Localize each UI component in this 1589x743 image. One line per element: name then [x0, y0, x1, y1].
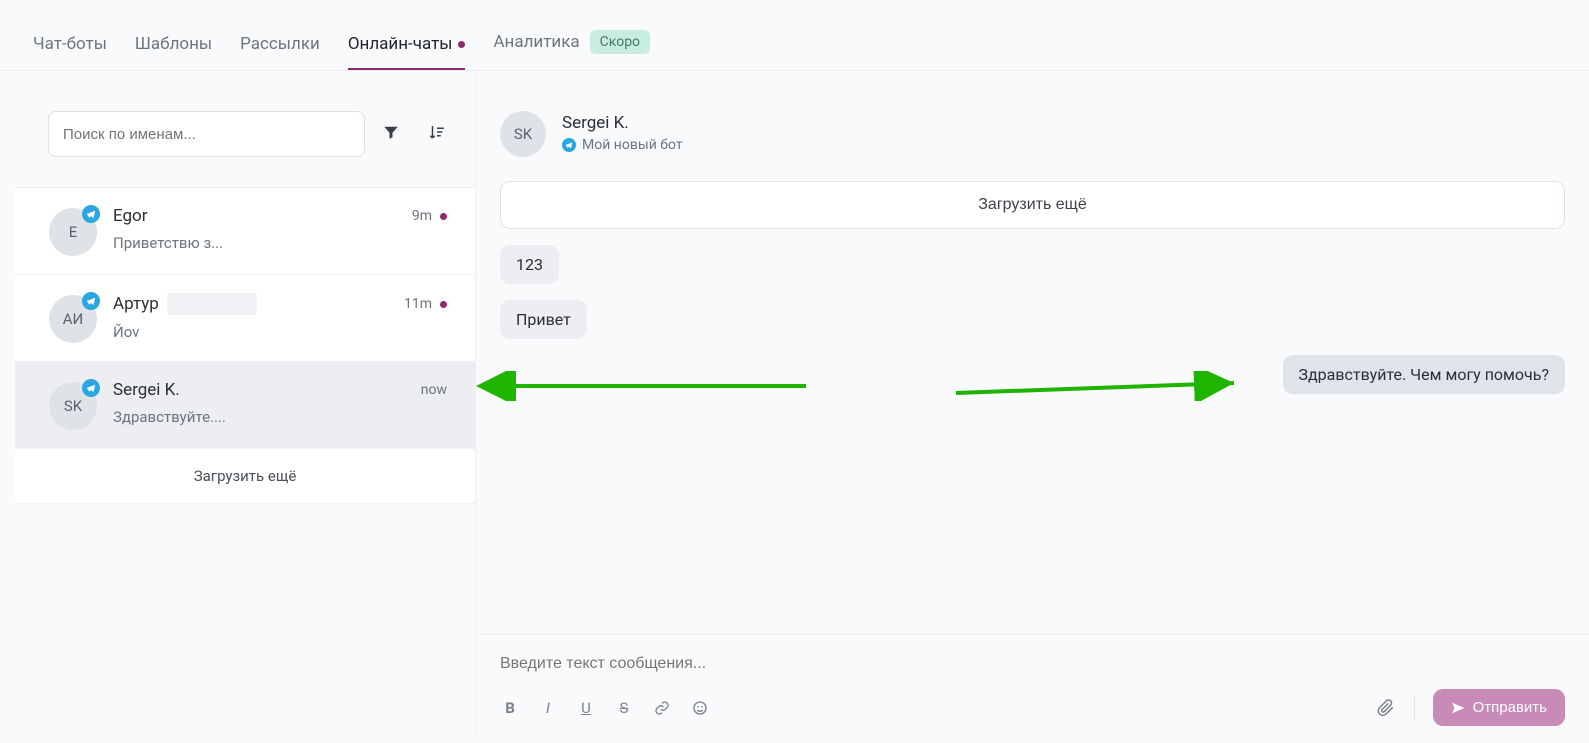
name-extra-chip — [167, 293, 257, 315]
strike-button[interactable]: S — [614, 699, 634, 717]
telegram-icon — [82, 379, 100, 397]
conversation-sidebar: E Egor 9m Приветствю з... — [15, 71, 475, 736]
italic-button[interactable]: I — [538, 699, 558, 717]
link-button[interactable] — [652, 700, 672, 716]
send-button[interactable]: Отправить — [1433, 689, 1565, 726]
tab-label: Рассылки — [240, 34, 320, 54]
avatar-initials: АИ — [63, 310, 84, 328]
tab-chatbots[interactable]: Чат-боты — [33, 34, 107, 70]
top-tabs: Чат-боты Шаблоны Рассылки Онлайн-чаты Ан… — [0, 0, 1589, 71]
composer: B I U S Отправить — [476, 634, 1589, 736]
tab-label: Чат-боты — [33, 34, 107, 54]
conversation-time: now — [421, 382, 447, 398]
load-more-label: Загрузить ещё — [194, 467, 297, 485]
attach-button[interactable] — [1376, 699, 1396, 717]
conversation-time: 9m — [412, 208, 447, 224]
message-input[interactable] — [500, 635, 1565, 689]
tab-label: Аналитика — [493, 32, 579, 52]
avatar: АИ — [49, 295, 97, 343]
tab-label: Шаблоны — [135, 34, 212, 54]
avatar-initials: E — [69, 223, 78, 241]
avatar: SK — [500, 111, 546, 157]
send-label: Отправить — [1473, 699, 1547, 716]
dot-icon — [458, 41, 465, 48]
strikethrough-icon: S — [620, 699, 629, 717]
emoji-icon — [692, 700, 708, 716]
sidebar-load-more[interactable]: Загрузить ещё — [15, 449, 475, 504]
telegram-icon — [562, 138, 576, 152]
conversation-name: Артур — [113, 294, 159, 314]
avatar-initials: SK — [514, 125, 532, 143]
underline-button[interactable]: U — [576, 699, 596, 717]
search-input[interactable] — [48, 111, 365, 157]
message-in: 123 — [500, 245, 559, 284]
conversation-item[interactable]: E Egor 9m Приветствю з... — [15, 188, 475, 275]
sort-icon — [428, 123, 446, 146]
chat-pane: SK Sergei K. Мой новый бот Загрузить ещё… — [475, 71, 1589, 736]
filter-button[interactable] — [371, 114, 411, 154]
chat-header: SK Sergei K. Мой новый бот — [476, 71, 1589, 173]
conversation-item[interactable]: АИ Артур 11m Йov — [15, 275, 475, 362]
conversation-time: 11m — [404, 296, 447, 312]
conversation-name: Sergei K. — [113, 380, 180, 400]
italic-icon: I — [546, 699, 550, 717]
sort-button[interactable] — [417, 114, 457, 154]
avatar-initials: SK — [64, 397, 82, 415]
tab-broadcasts[interactable]: Рассылки — [240, 34, 320, 70]
telegram-icon — [82, 292, 100, 310]
message-in: Привет — [500, 300, 587, 339]
link-icon — [654, 700, 670, 716]
divider — [1414, 695, 1415, 721]
conversation-name: Egor — [113, 206, 148, 226]
message-out: Здравствуйте. Чем могу помочь? — [1283, 355, 1566, 394]
tab-online-chats[interactable]: Онлайн-чаты — [348, 34, 466, 70]
conversation-preview: Приветствю з... — [113, 234, 447, 252]
tab-label: Онлайн-чаты — [348, 34, 453, 54]
emoji-button[interactable] — [690, 700, 710, 716]
chat-bot-name: Мой новый бот — [582, 137, 683, 153]
bold-icon: B — [505, 699, 515, 717]
conversation-item[interactable]: SK Sergei K. now Здравствуйте.... — [15, 362, 475, 449]
conversation-preview: Йov — [113, 323, 447, 341]
send-icon — [1451, 701, 1465, 715]
dot-icon — [440, 301, 447, 308]
avatar: SK — [49, 382, 97, 430]
funnel-icon — [382, 123, 400, 146]
chat-body: Загрузить ещё 123 Привет Здравствуйте. Ч… — [476, 173, 1589, 634]
conversation-preview: Здравствуйте.... — [113, 408, 447, 426]
chat-load-more-button[interactable]: Загрузить ещё — [500, 181, 1565, 229]
conversation-list: E Egor 9m Приветствю з... — [15, 187, 475, 504]
paperclip-icon — [1377, 699, 1395, 717]
telegram-icon — [82, 205, 100, 223]
search-row — [15, 71, 475, 187]
bold-button[interactable]: B — [500, 699, 520, 717]
chat-contact-name: Sergei K. — [562, 113, 683, 133]
load-more-label: Загрузить ещё — [978, 196, 1086, 213]
tab-analytics[interactable]: Аналитика Скоро — [493, 30, 650, 70]
dot-icon — [440, 213, 447, 220]
avatar: E — [49, 208, 97, 256]
tab-templates[interactable]: Шаблоны — [135, 34, 212, 70]
underline-icon: U — [581, 699, 591, 717]
badge-soon: Скоро — [590, 30, 650, 54]
